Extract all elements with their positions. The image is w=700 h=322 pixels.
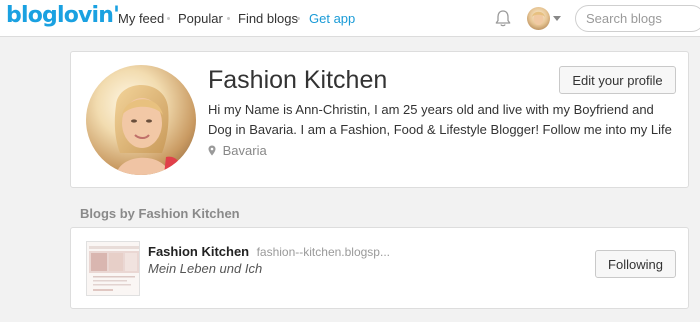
location-label: Bavaria <box>222 143 267 158</box>
profile-bio: Hi my Name is Ann-Christin, I am 25 year… <box>208 102 672 137</box>
blog-title[interactable]: Fashion Kitchen <box>148 244 249 259</box>
bloglovin-logo[interactable]: bloglovin' <box>6 3 120 28</box>
map-pin-icon <box>208 145 216 156</box>
profile-location: Bavaria <box>208 143 267 158</box>
nav-popular[interactable]: Popular <box>178 11 223 26</box>
search-input[interactable] <box>575 5 700 32</box>
blog-url: fashion--kitchen.blogsp... <box>256 245 390 259</box>
nav-find-blogs[interactable]: Find blogs <box>238 11 298 26</box>
blogs-section-title: Blogs by Fashion Kitchen <box>80 206 240 221</box>
nav-separator <box>167 17 170 20</box>
blog-description: Mein Leben und Ich <box>148 261 263 276</box>
edit-profile-button[interactable]: Edit your profile <box>559 66 676 94</box>
avatar[interactable] <box>527 7 550 30</box>
nav-separator <box>227 17 230 20</box>
bell-icon[interactable] <box>494 9 512 28</box>
nav-separator <box>297 17 300 20</box>
top-navbar: bloglovin' My feed Popular Find blogs Ge… <box>0 0 700 37</box>
profile-card: Fashion Kitchen Hi my Name is Ann-Christ… <box>70 51 689 188</box>
blog-thumbnail[interactable] <box>86 241 140 296</box>
blog-card: Fashion Kitchen fashion--kitchen.blogsp.… <box>70 227 689 309</box>
nav-get-app[interactable]: Get app <box>309 11 355 26</box>
chevron-down-icon[interactable] <box>553 16 561 21</box>
nav-my-feed[interactable]: My feed <box>118 11 164 26</box>
following-button[interactable]: Following <box>595 250 676 278</box>
blog-title-line: Fashion Kitchen fashion--kitchen.blogsp.… <box>148 243 390 261</box>
profile-avatar <box>86 65 196 175</box>
profile-name: Fashion Kitchen <box>208 66 388 94</box>
